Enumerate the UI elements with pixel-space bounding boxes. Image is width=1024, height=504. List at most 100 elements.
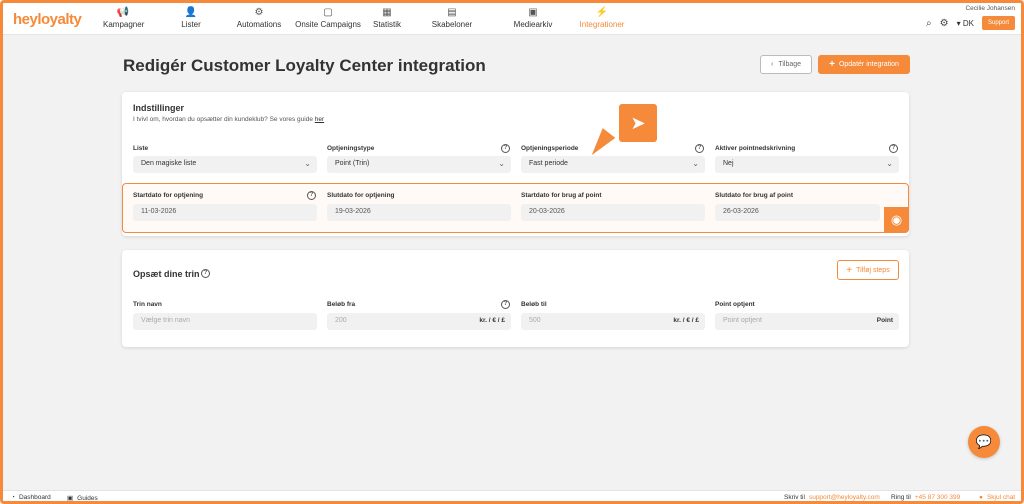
search-icon[interactable]: ⌕: [926, 18, 932, 29]
chart-icon: ▦: [382, 7, 392, 18]
hide-chat-link[interactable]: ● Skjul chat: [979, 494, 1015, 501]
step-name-label: Trin navn: [133, 301, 162, 308]
nav-label: Kampagner: [103, 20, 145, 29]
start-spending-date[interactable]: 20-03-2026: [521, 204, 705, 221]
steps-card: [122, 250, 909, 347]
help-icon[interactable]: ?: [695, 144, 704, 153]
help-circle-icon: ●: [979, 494, 983, 501]
flow-icon: ⚙: [254, 7, 264, 18]
help-icon[interactable]: ?: [201, 269, 210, 278]
optjeningsperiode-select[interactable]: Fast periode ⌄: [521, 156, 705, 173]
nav-kampagner[interactable]: 📢 Kampagner: [103, 6, 145, 29]
help-icon[interactable]: ?: [501, 300, 510, 309]
update-integration-button[interactable]: + Opdatér integration: [818, 55, 910, 74]
chevron-down-icon: ⌄: [886, 159, 893, 168]
end-spending-date[interactable]: 26-03-2026: [715, 204, 880, 221]
top-right-controls: ⌕ ⚙ ▾ DK Support: [926, 16, 1015, 30]
person-icon: 👤: [184, 7, 198, 18]
top-navigation: heyloyalty 📢 Kampagner 👤 Lister ⚙ Automa…: [3, 3, 1021, 35]
nav-lister[interactable]: 👤 Lister: [171, 6, 211, 29]
app-frame: heyloyalty 📢 Kampagner 👤 Lister ⚙ Automa…: [0, 0, 1024, 504]
amount-from-label: Beløb fra: [327, 301, 356, 308]
archive-icon: ▣: [528, 7, 538, 18]
nav-label: Integrationer: [579, 20, 625, 29]
footer-phone: Ring til +45 87 300 399: [891, 494, 960, 501]
nav-label: Automations: [236, 20, 282, 29]
email-link[interactable]: support@heyloyalty.com: [809, 494, 880, 501]
amount-from-input[interactable]: 200 kr. / € / £: [327, 313, 511, 330]
nav-label: Onsite Campaigns: [295, 20, 361, 29]
user-settings-icon[interactable]: ⚙: [940, 18, 949, 29]
liste-select[interactable]: Den magiske liste ⌄: [133, 156, 317, 173]
back-button-label: Tilbage: [778, 61, 802, 68]
help-icon[interactable]: ?: [501, 144, 510, 153]
end-earning-label: Slutdato for optjening: [327, 192, 395, 199]
add-steps-button[interactable]: + Tilføj steps: [837, 260, 899, 280]
pointnedskrivning-label: Aktiver pointnedskrivning: [715, 145, 796, 152]
nav-label: Skabeloner: [431, 20, 473, 29]
footer-email: Skriv til support@heyloyalty.com: [784, 494, 880, 501]
start-earning-date[interactable]: 11-03-2026: [133, 204, 317, 221]
send-arrow-icon: ➤: [619, 104, 657, 142]
heyloyalty-logo[interactable]: heyloyalty: [13, 11, 82, 28]
nav-mediearkiv[interactable]: ▣ Mediearkiv: [511, 6, 555, 29]
currency-suffix: kr. / € / £: [673, 317, 699, 324]
eye-icon[interactable]: ◉: [884, 207, 909, 232]
nav-skabeloner[interactable]: ▤ Skabeloner: [428, 6, 476, 29]
call-prefix: Ring til: [891, 494, 911, 501]
chat-icon[interactable]: 💬: [968, 426, 1000, 458]
plug-icon: ⚡: [595, 7, 609, 18]
dashboard-icon: ◔: [11, 494, 15, 501]
optjeningsperiode-value: Fast periode: [529, 160, 568, 167]
currency-suffix: kr. / € / £: [479, 317, 505, 324]
phone-link[interactable]: +45 87 300 399: [915, 494, 960, 501]
end-spending-label: Slutdato for brug af point: [715, 192, 793, 199]
guide-link[interactable]: her: [315, 116, 324, 123]
help-icon[interactable]: ?: [307, 191, 316, 200]
language-label: DK: [962, 18, 974, 28]
amount-to-placeholder: 500: [529, 317, 541, 324]
step-name-placeholder: Vælge trin navn: [141, 317, 191, 324]
plus-icon: +: [829, 59, 835, 70]
chevron-down-icon: ⌄: [304, 159, 311, 168]
language-selector[interactable]: ▾ DK: [957, 19, 974, 28]
footer-dashboard-link[interactable]: ◔ Dashboard: [11, 494, 51, 501]
points-earned-label: Point optjent: [715, 301, 755, 308]
step-name-input[interactable]: Vælge trin navn: [133, 313, 317, 330]
optjeningstype-value: Point (Trin): [335, 160, 370, 167]
nav-automations[interactable]: ⚙ Automations: [235, 6, 283, 29]
settings-subtitle: I tvivl om, hvordan du opsætter din kund…: [133, 116, 324, 123]
hide-chat-label: Skjul chat: [986, 494, 1016, 501]
nav-onsite-campaigns[interactable]: ▢ Onsite Campaigns: [295, 6, 361, 29]
add-steps-label: Tilføj steps: [856, 266, 890, 274]
steps-title: Opsæt dine trin: [133, 269, 200, 279]
window-icon: ▢: [323, 7, 333, 18]
nav-integrationer[interactable]: ⚡ Integrationer: [577, 6, 627, 29]
end-earning-date[interactable]: 19-03-2026: [327, 204, 511, 221]
write-prefix: Skriv til: [784, 494, 805, 501]
footer-guides-link[interactable]: ▣ Guides: [67, 494, 98, 502]
start-earning-label: Startdato for optjening: [133, 192, 204, 199]
settings-subtitle-text: I tvivl om, hvordan du opsætter din kund…: [133, 116, 313, 123]
amount-to-input[interactable]: 500 kr. / € / £: [521, 313, 705, 330]
back-button[interactable]: ‹ Tilbage: [760, 55, 812, 74]
guides-icon: ▣: [67, 495, 74, 502]
megaphone-icon: 📢: [116, 7, 130, 18]
support-button[interactable]: Support: [981, 16, 1015, 30]
update-button-label: Opdatér integration: [838, 61, 899, 68]
pointnedskrivning-select[interactable]: Nej ⌄: [715, 156, 899, 173]
user-name: Cecilie Johansen: [965, 5, 1015, 12]
liste-label: Liste: [133, 145, 149, 152]
points-earned-input[interactable]: Point optjent Point: [715, 313, 899, 330]
nav-statistik[interactable]: ▦ Statistik: [367, 6, 407, 29]
liste-value: Den magiske liste: [141, 160, 197, 167]
nav-label: Mediearkiv: [513, 20, 553, 29]
chevron-left-icon: ‹: [770, 61, 774, 68]
plus-icon: +: [846, 264, 853, 276]
optjeningstype-label: Optjeningstype: [327, 145, 375, 152]
optjeningsperiode-label: Optjeningsperiode: [521, 145, 579, 152]
points-earned-placeholder: Point optjent: [723, 317, 762, 324]
footer: ◔ Dashboard ▣ Guides Skriv til support@h…: [3, 490, 1021, 502]
optjeningstype-select[interactable]: Point (Trin) ⌄: [327, 156, 511, 173]
help-icon[interactable]: ?: [889, 144, 898, 153]
